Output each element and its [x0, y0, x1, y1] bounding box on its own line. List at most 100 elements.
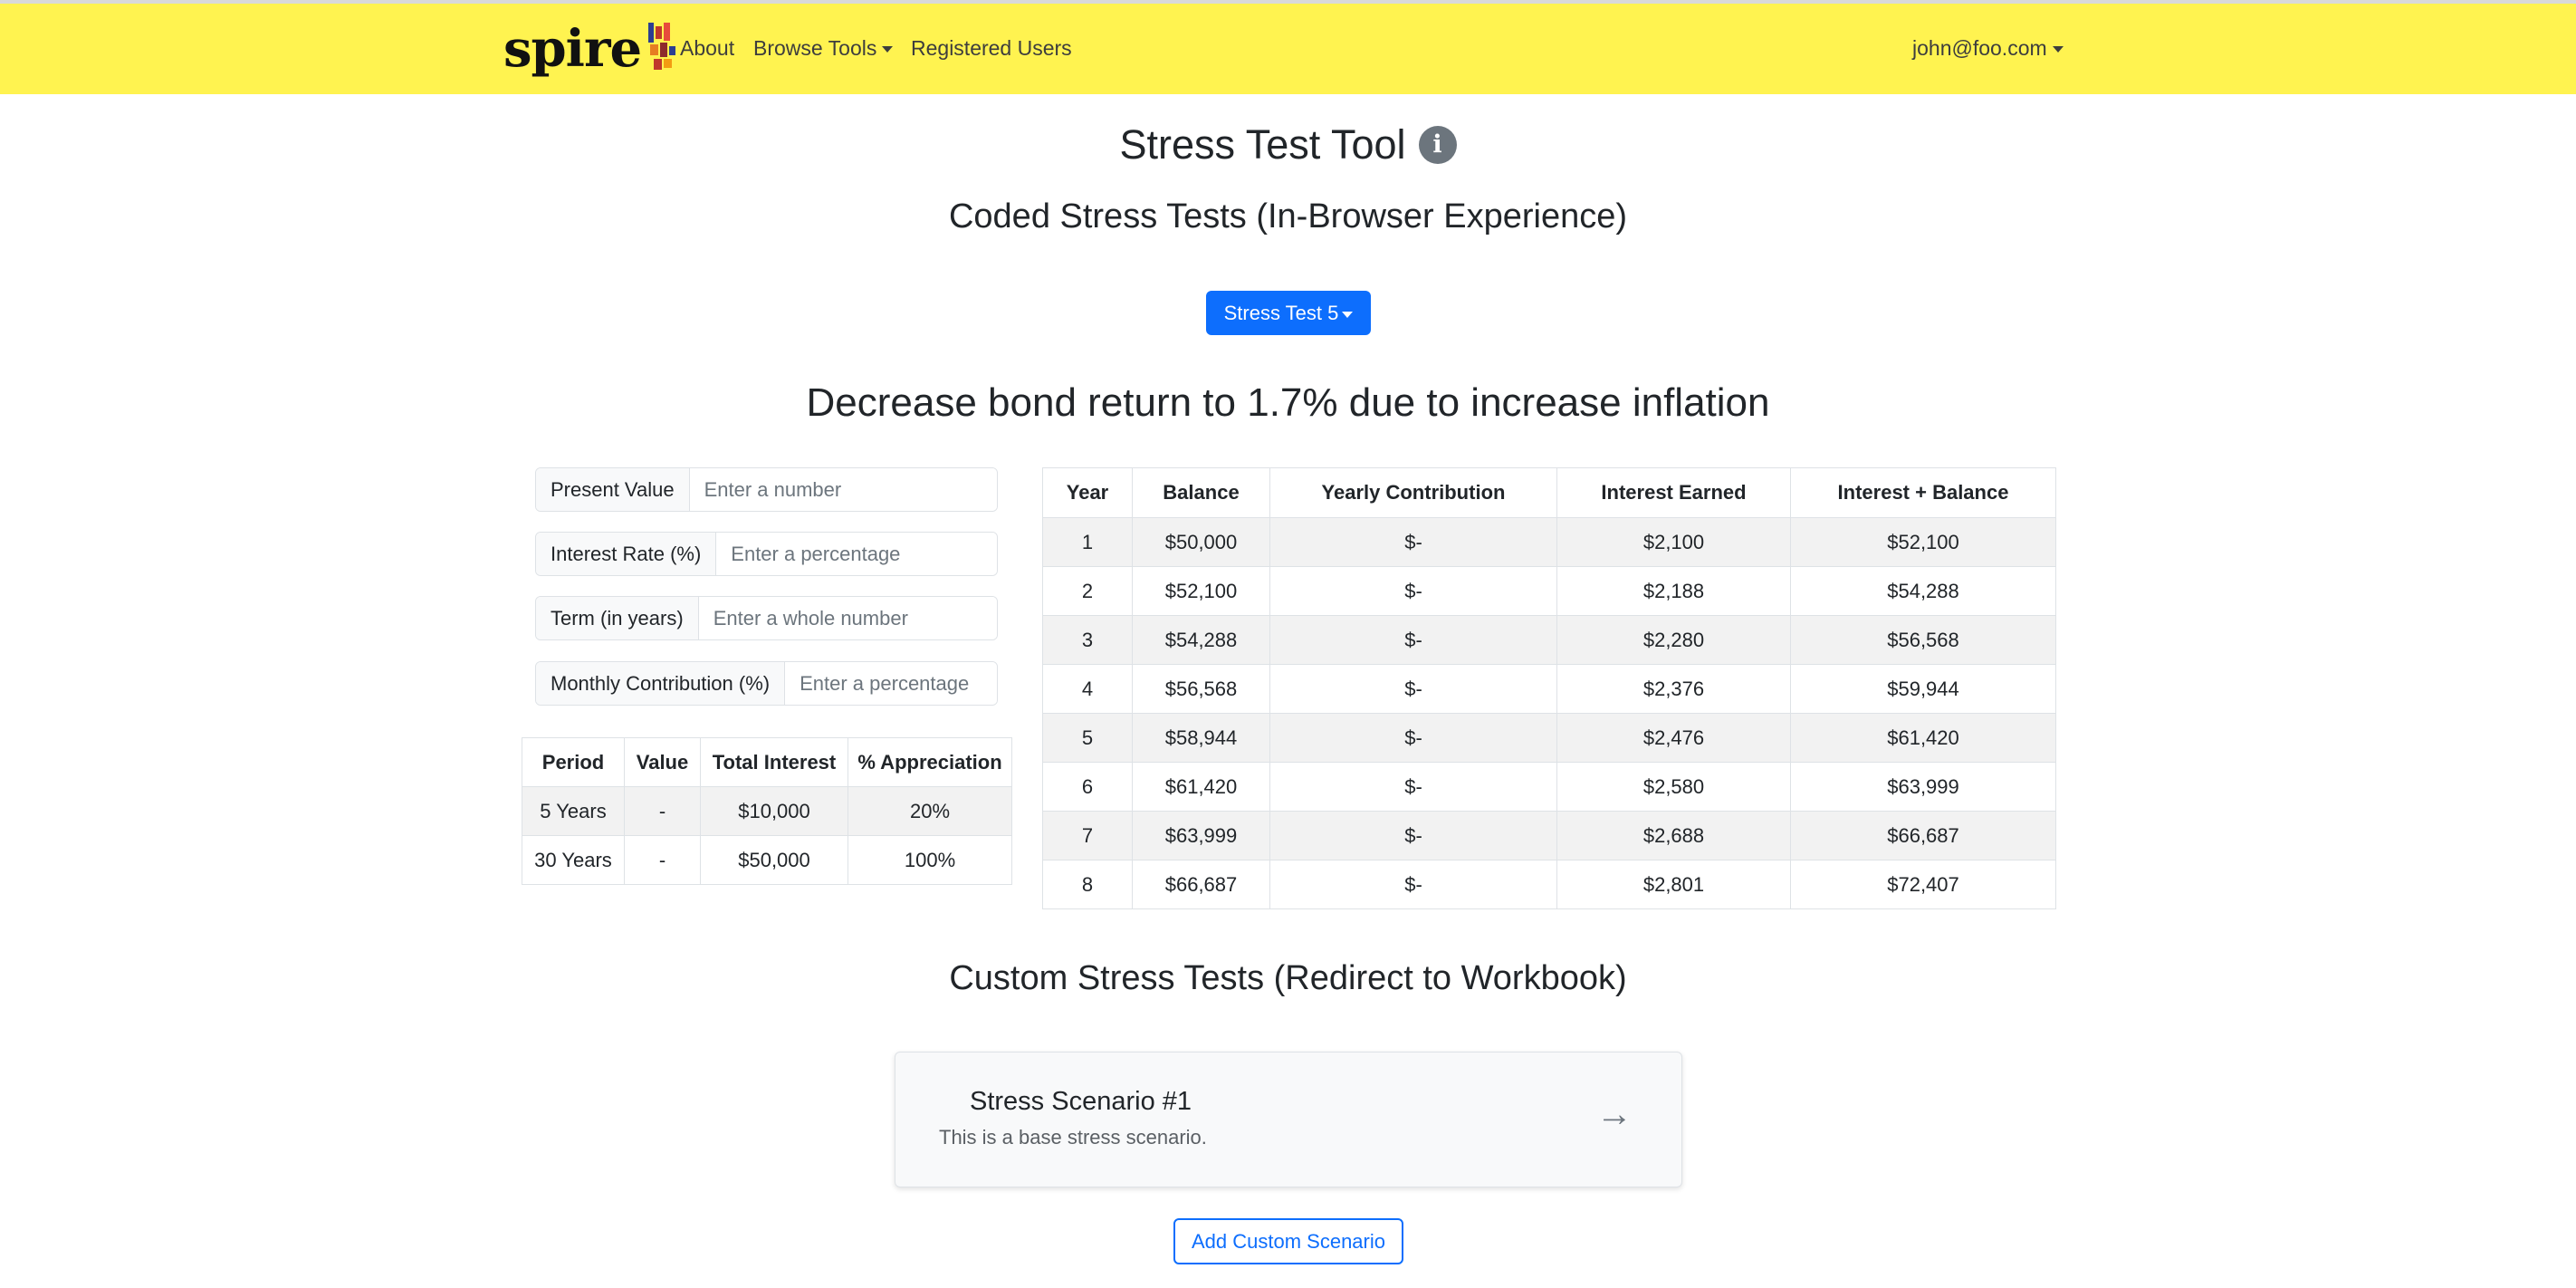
brand-logo[interactable]: spire [503, 22, 677, 76]
table-cell: $- [1269, 566, 1557, 616]
column-header: % Appreciation [847, 737, 1012, 787]
column-header: Value [624, 737, 701, 787]
table-cell: $52,100 [1790, 517, 2056, 567]
table-cell: $2,100 [1556, 517, 1791, 567]
arrow-right-icon: → [1596, 1094, 1633, 1134]
table-cell: 100% [847, 835, 1012, 885]
summary-table: Period Value Total Interest % Appreciati… [522, 737, 1012, 885]
term-group: Term (in years) [535, 596, 998, 640]
table-cell: $72,407 [1790, 860, 2056, 909]
table-cell: $63,999 [1790, 762, 2056, 812]
table-cell: 20% [847, 786, 1012, 836]
table-cell: $2,688 [1556, 811, 1791, 860]
table-cell: $2,580 [1556, 762, 1791, 812]
interest-rate-group: Interest Rate (%) [535, 532, 998, 576]
yearly-projection-table: Year Balance Yearly Contribution Interes… [1042, 467, 2056, 909]
table-cell: $2,280 [1556, 615, 1791, 665]
stress-scenario-card[interactable]: Stress Scenario #1 This is a base stress… [895, 1052, 1682, 1187]
column-header: Period [522, 737, 625, 787]
monthly-contribution-input[interactable] [785, 662, 997, 705]
table-row: 4 $56,568 $- $2,376 $59,944 [1042, 664, 2056, 714]
nav-link-browse-tools[interactable]: Browse Tools [753, 36, 894, 61]
table-row: 30 Years - $50,000 100% [522, 835, 1012, 885]
top-navbar: spire About Browse Tools Registered User… [0, 4, 2576, 94]
add-custom-scenario-button[interactable]: Add Custom Scenario [1173, 1218, 1403, 1264]
table-cell: $56,568 [1790, 615, 2056, 665]
table-cell: $66,687 [1790, 811, 2056, 860]
present-value-group: Present Value [535, 467, 998, 512]
interest-rate-input[interactable] [716, 533, 997, 575]
table-cell: $- [1269, 713, 1557, 763]
table-cell: 6 [1042, 762, 1133, 812]
column-header: Interest + Balance [1790, 467, 2056, 518]
custom-tests-heading: Custom Stress Tests (Redirect to Workboo… [949, 959, 1627, 997]
table-cell: $59,944 [1790, 664, 2056, 714]
table-row: 5 Years - $10,000 20% [522, 786, 1012, 836]
scenario-card-title: Stress Scenario #1 [970, 1087, 1192, 1116]
table-cell: $54,288 [1790, 566, 2056, 616]
brand-wordmark: spire [503, 19, 642, 79]
table-cell: $- [1269, 517, 1557, 567]
table-cell: 8 [1042, 860, 1133, 909]
table-cell: 2 [1042, 566, 1133, 616]
column-header: Year [1042, 467, 1133, 518]
monthly-contribution-group: Monthly Contribution (%) [535, 661, 998, 706]
present-value-label: Present Value [536, 468, 690, 511]
table-cell: - [624, 835, 701, 885]
stress-test-dropdown-label: Stress Test 5 [1223, 302, 1339, 324]
table-cell: $- [1269, 664, 1557, 714]
table-row: 5 $58,944 $- $2,476 $61,420 [1042, 713, 2056, 763]
table-row: 6 $61,420 $- $2,580 $63,999 [1042, 762, 2056, 812]
table-cell: $2,476 [1556, 713, 1791, 763]
table-cell: - [624, 786, 701, 836]
coded-tests-heading: Coded Stress Tests (In-Browser Experienc… [948, 197, 1628, 235]
scenario-card-description: This is a base stress scenario. [939, 1126, 1207, 1149]
table-row: 2 $52,100 $- $2,188 $54,288 [1042, 566, 2056, 616]
table-cell: $- [1269, 615, 1557, 665]
column-header: Yearly Contribution [1269, 467, 1557, 518]
table-cell: $56,568 [1132, 664, 1270, 714]
spire-logo-mark-icon [646, 23, 677, 72]
table-cell: $66,687 [1132, 860, 1270, 909]
table-row: 8 $66,687 $- $2,801 $72,407 [1042, 860, 2056, 909]
table-header-row: Period Value Total Interest % Appreciati… [522, 737, 1012, 787]
user-menu[interactable]: john@foo.com [1912, 36, 2064, 61]
table-cell: $52,100 [1132, 566, 1270, 616]
user-email: john@foo.com [1912, 36, 2047, 60]
table-cell: 1 [1042, 517, 1133, 567]
table-cell: $- [1269, 762, 1557, 812]
stress-test-dropdown-button[interactable]: Stress Test 5 [1206, 291, 1371, 335]
table-row: 1 $50,000 $- $2,100 $52,100 [1042, 517, 2056, 567]
page-title-text: Stress Test Tool [1119, 121, 1406, 168]
table-cell: $2,188 [1556, 566, 1791, 616]
present-value-input[interactable] [689, 468, 997, 511]
table-header-row: Year Balance Yearly Contribution Interes… [1042, 467, 2056, 518]
browse-tools-label: Browse Tools [753, 36, 877, 60]
table-cell: $58,944 [1132, 713, 1270, 763]
page-title: Stress Test Tool i [0, 119, 2576, 168]
scenario-title: Decrease bond return to 1.7% due to incr… [806, 380, 1770, 425]
chevron-down-icon [882, 46, 894, 53]
table-cell: $- [1269, 860, 1557, 909]
table-cell: $50,000 [700, 835, 848, 885]
term-label: Term (in years) [536, 597, 699, 639]
table-cell: $63,999 [1132, 811, 1270, 860]
table-cell: $2,376 [1556, 664, 1791, 714]
table-cell: $61,420 [1132, 762, 1270, 812]
table-cell: $54,288 [1132, 615, 1270, 665]
info-icon[interactable]: i [1418, 126, 1457, 165]
chevron-down-icon [1342, 311, 1354, 318]
table-row: 7 $63,999 $- $2,688 $66,687 [1042, 811, 2056, 860]
nav-link-about[interactable]: About [680, 36, 734, 61]
column-header: Interest Earned [1556, 467, 1791, 518]
table-cell: $10,000 [700, 786, 848, 836]
table-cell: 7 [1042, 811, 1133, 860]
table-cell: 3 [1042, 615, 1133, 665]
chevron-down-icon [2052, 46, 2064, 53]
nav-link-registered-users[interactable]: Registered Users [911, 36, 1072, 61]
table-cell: $61,420 [1790, 713, 2056, 763]
table-cell: 4 [1042, 664, 1133, 714]
term-input[interactable] [698, 597, 997, 639]
monthly-contribution-label: Monthly Contribution (%) [536, 662, 786, 705]
column-header: Balance [1132, 467, 1270, 518]
